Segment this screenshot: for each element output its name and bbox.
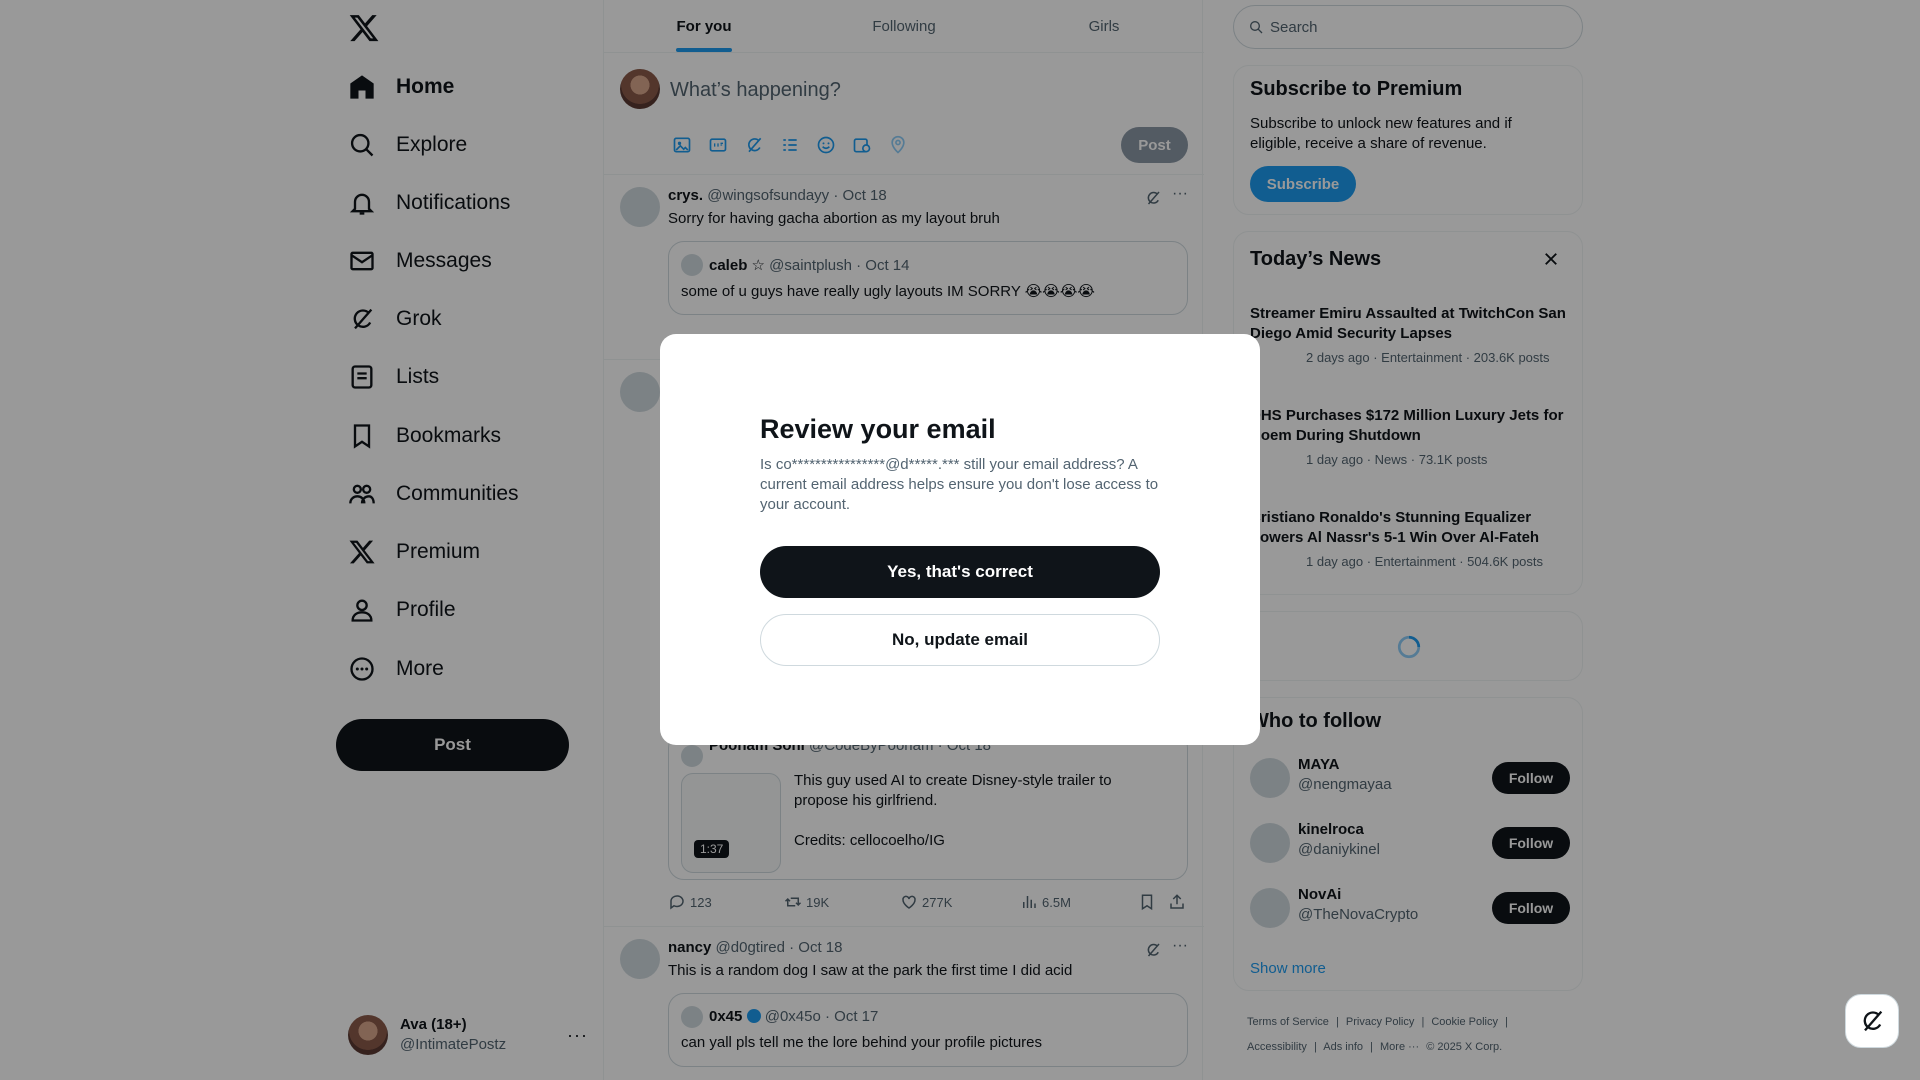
- review-email-dialog: Review your email Is co****************@…: [660, 334, 1260, 745]
- grok-floating-button[interactable]: [1845, 994, 1899, 1048]
- dialog-title: Review your email: [760, 414, 996, 444]
- grok-icon: [1863, 1010, 1883, 1032]
- update-email-button[interactable]: No, update email: [760, 614, 1160, 666]
- confirm-email-button[interactable]: Yes, that's correct: [760, 546, 1160, 598]
- app-root: Home Explore Notifications Messages Grok…: [0, 0, 1920, 1080]
- dialog-body: Is co****************@d*****.*** still y…: [760, 456, 1159, 513]
